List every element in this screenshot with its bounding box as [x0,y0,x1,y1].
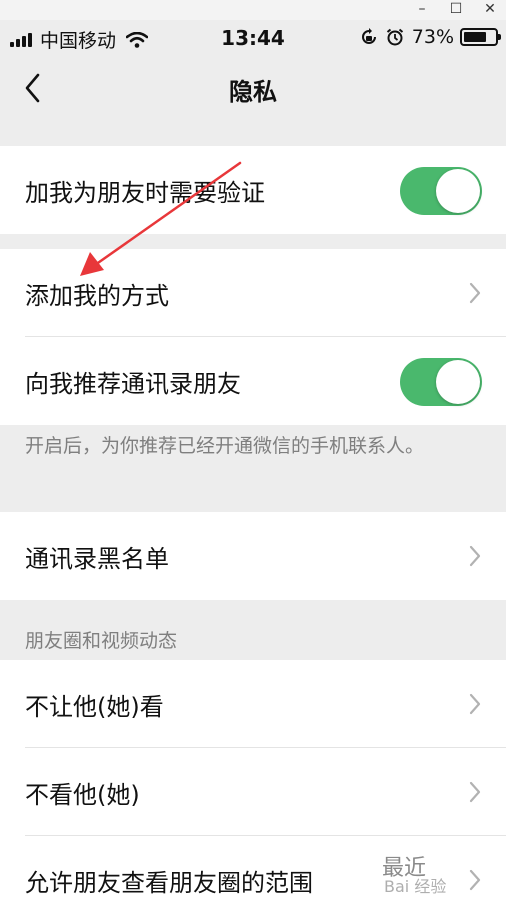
annotation-arrow-icon [80,161,242,276]
